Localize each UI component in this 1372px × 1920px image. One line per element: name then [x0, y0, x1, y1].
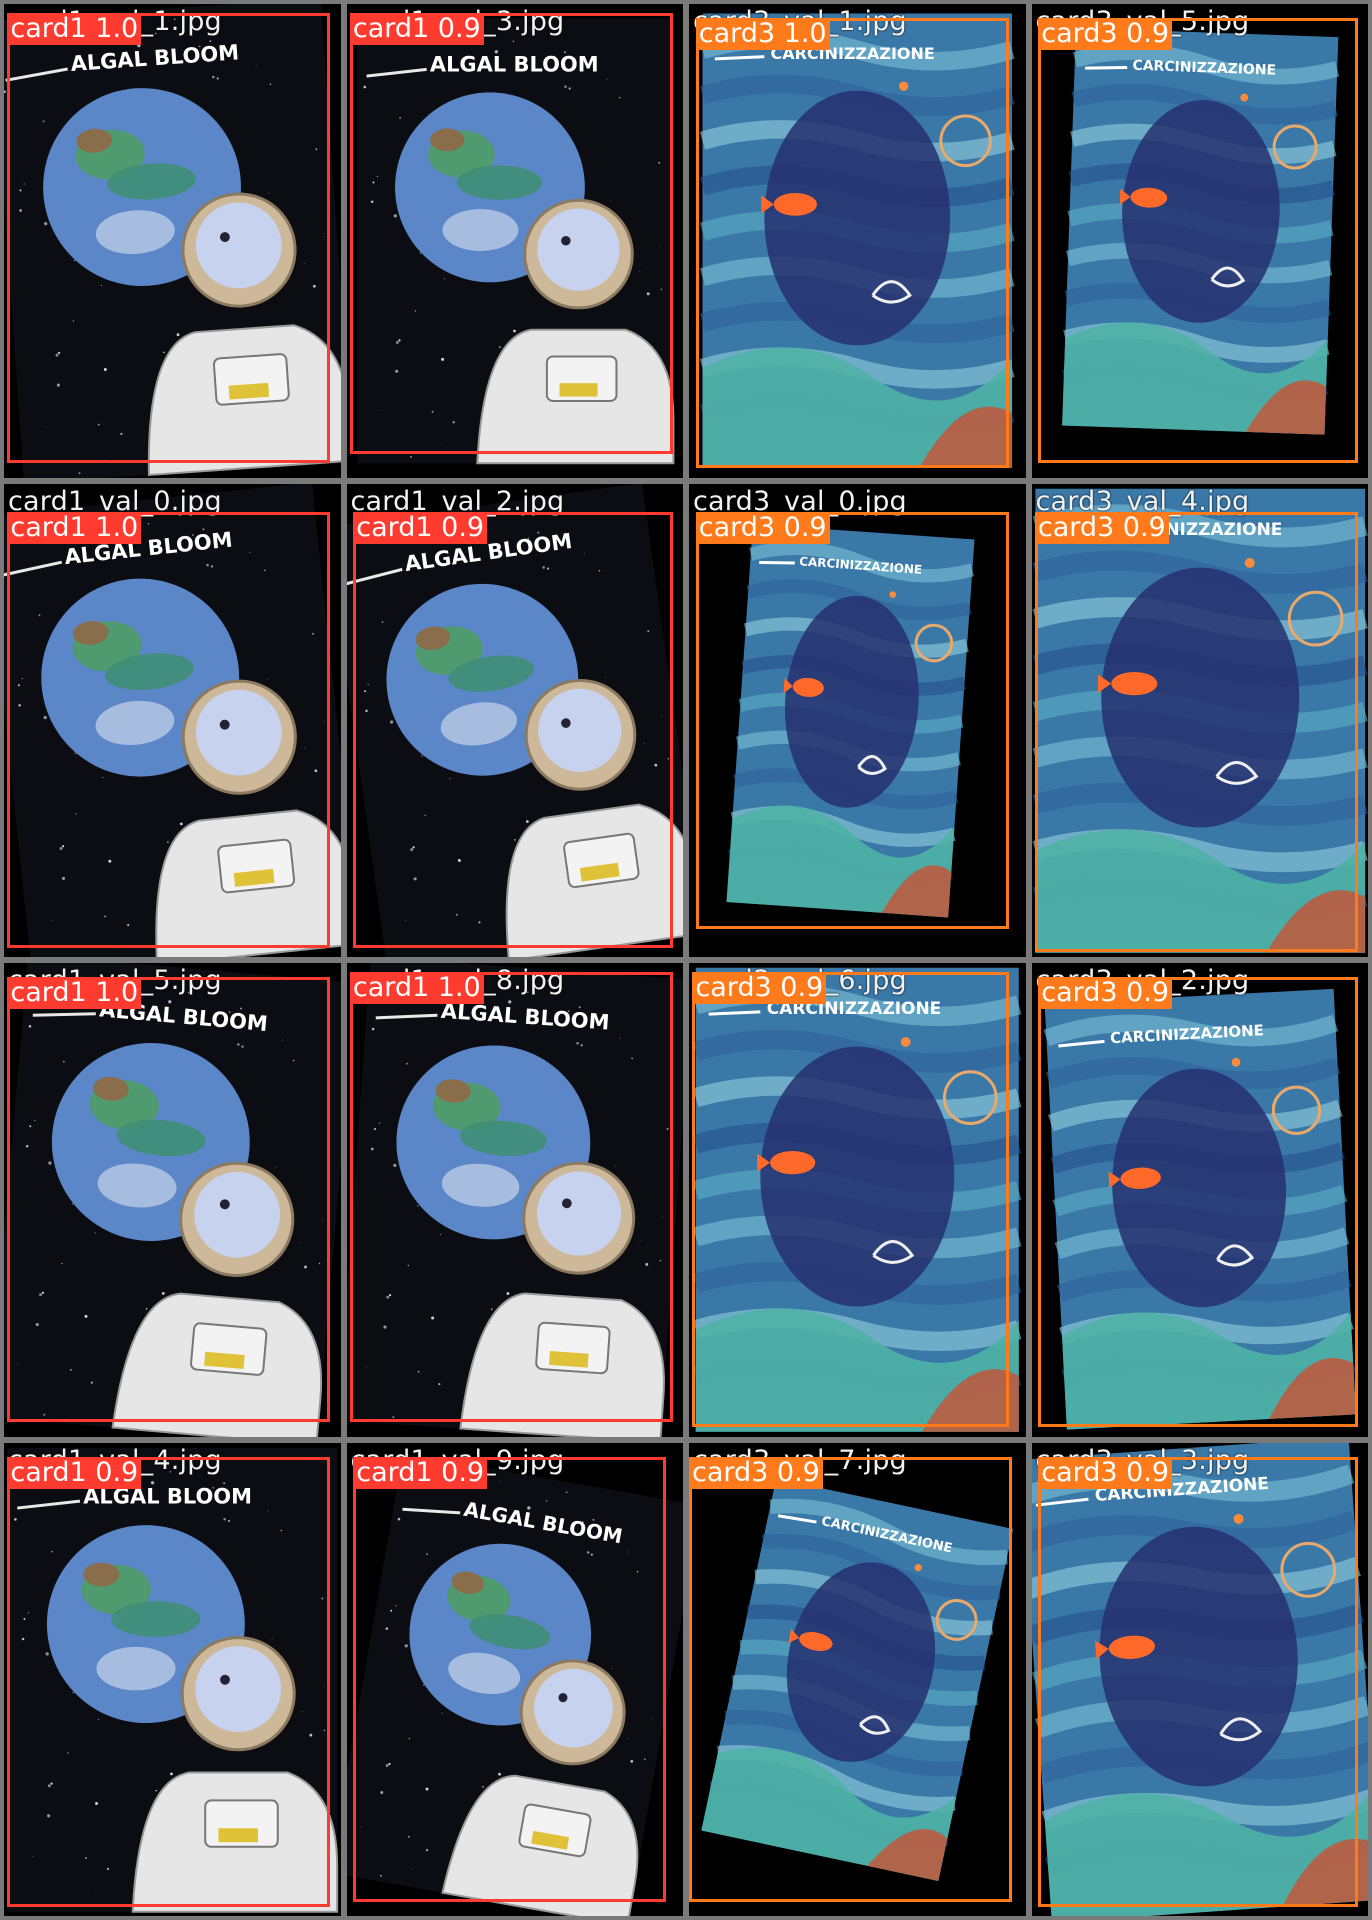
detection-bounding-box: card3 0.9 — [1038, 1456, 1358, 1907]
grid-tile: CARCINIZZAZIONEcard3_val_3.jpgcard3 0.9 — [1031, 1442, 1368, 1916]
detection-bounding-box: card3 0.9 — [1038, 18, 1358, 464]
detection-bounding-box: card3 1.0 — [695, 18, 1009, 469]
detection-bounding-box: card3 0.9 — [692, 972, 1009, 1428]
grid-tile: ALGAL BLOOMcard1_val_3.jpgcard1 0.9 — [346, 4, 683, 478]
detection-label: card1 1.0 — [7, 13, 142, 46]
detection-label: card1 1.0 — [7, 511, 142, 544]
detection-label: card3 0.9 — [1038, 1456, 1173, 1489]
detection-label: card3 0.9 — [1038, 977, 1173, 1010]
detection-bounding-box: card3 0.9 — [689, 1456, 1013, 1902]
grid-tile: CARCINIZZAZIONEcard3_val_2.jpgcard3 0.9 — [1031, 963, 1368, 1437]
grid-tile: CARCINIZZAZIONEcard3_val_7.jpgcard3 0.9 — [689, 1442, 1026, 1916]
detection-label: card1 0.9 — [353, 1456, 488, 1489]
detection-label: card3 0.9 — [689, 1456, 823, 1489]
detection-label: card3 1.0 — [695, 18, 830, 51]
detection-label: card1 0.9 — [353, 511, 488, 544]
grid-tile: CARCINIZZAZIONEcard3_val_1.jpgcard3 1.0 — [689, 4, 1026, 478]
detection-label: card3 0.9 — [1038, 18, 1173, 51]
grid-tile: ALGAL BLOOMcard1_val_4.jpgcard1 0.9 — [4, 1442, 341, 1916]
detection-bounding-box: card3 0.9 — [1034, 511, 1358, 953]
validation-image-grid: ALGAL BLOOMcard1_val_1.jpgcard1 1.0 ALGA… — [0, 0, 1372, 1920]
detection-bounding-box: card3 0.9 — [695, 511, 1009, 929]
detection-bounding-box: card1 0.9 — [7, 1456, 331, 1907]
detection-bounding-box: card1 0.9 — [353, 1456, 667, 1902]
detection-bounding-box: card1 1.0 — [349, 972, 673, 1423]
detection-bounding-box: card3 0.9 — [1038, 977, 1358, 1428]
grid-tile: CARCINIZZAZIONEcard3_val_6.jpgcard3 0.9 — [689, 963, 1026, 1437]
detection-label: card1 1.0 — [349, 972, 484, 1005]
detection-bounding-box: card1 1.0 — [7, 977, 331, 1423]
detection-bounding-box: card1 0.9 — [349, 13, 673, 454]
grid-tile: ALGAL BLOOMcard1_val_5.jpgcard1 1.0 — [4, 963, 341, 1437]
detection-label: card1 0.9 — [7, 1456, 142, 1489]
detection-label: card1 1.0 — [7, 977, 142, 1010]
grid-tile: CARCINIZZAZIONEcard3_val_5.jpgcard3 0.9 — [1031, 4, 1368, 478]
grid-tile: ALGAL BLOOMcard1_val_9.jpgcard1 0.9 — [346, 1442, 683, 1916]
grid-tile: CARCINIZZAZIONE card3_val_4.jpg card3 0.9 — [1031, 483, 1368, 957]
detection-bounding-box: card1 1.0 — [7, 511, 331, 948]
detection-label: card1 0.9 — [349, 13, 484, 46]
grid-tile: ALGAL BLOOMcard1_val_8.jpgcard1 1.0 — [346, 963, 683, 1437]
grid-tile: CARCINIZZAZIONE card3_val_0.jpg card3 0.9 — [689, 483, 1026, 957]
detection-bounding-box: card1 1.0 — [7, 13, 331, 464]
grid-tile: ALGAL BLOOMcard1_val_1.jpgcard1 1.0 — [4, 4, 341, 478]
detection-label: card3 0.9 — [1034, 511, 1169, 544]
detection-label: card3 0.9 — [695, 511, 830, 544]
grid-tile: ALGAL BLOOM card1_val_0.jpg card1 1.0 — [4, 483, 341, 957]
detection-label: card3 0.9 — [692, 972, 827, 1005]
grid-tile: ALGAL BLOOM card1_val_2.jpg card1 0.9 — [346, 483, 683, 957]
detection-bounding-box: card1 0.9 — [353, 511, 673, 948]
